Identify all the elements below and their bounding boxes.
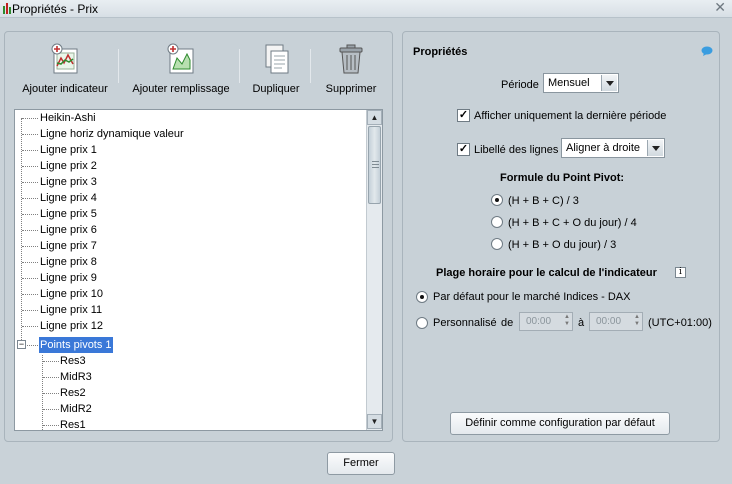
help-bubble-icon[interactable] [701,46,713,56]
delete-label: Supprimer [325,83,377,95]
tree-item-label: Ligne horiz dynamique valeur [40,128,184,140]
chevron-down-icon [601,75,617,91]
tree-item-label: Ligne prix 4 [40,192,97,204]
tree-child-label: Res3 [60,355,86,367]
line-labels-label: Libellé des lignes [474,144,559,156]
tree-item-label: Heikin-Ashi [40,112,96,124]
add-fill-label: Ajouter remplissage [132,83,230,95]
info-icon[interactable]: i [675,267,686,278]
trash-icon [339,44,363,74]
tree-content: Heikin-Ashi Ligne horiz dynamique valeur… [15,110,367,430]
pivot-option-radio[interactable] [491,238,503,250]
add-fill-icon [167,43,194,74]
pivot-formula-title: Formule du Point Pivot: [499,172,625,184]
tree-item-label: Ligne prix 3 [40,176,97,188]
add-indicator-icon [51,43,78,74]
only-last-period-checkbox[interactable]: ✓ [457,109,470,122]
scroll-down-icon[interactable]: ▼ [367,414,382,429]
tree-child-label: MidR3 [60,371,92,383]
indicator-list-panel: Ajouter indicateur Ajouter remplissage D… [4,31,393,442]
tree-item-label: Ligne prix 11 [40,304,103,316]
to-label: à [578,317,585,329]
tree-item-label: Ligne prix 10 [40,288,103,300]
duplicate-label: Dupliquer [252,83,300,95]
scroll-up-icon[interactable]: ▲ [367,110,382,125]
tree-item-label: Ligne prix 5 [40,208,97,220]
properties-title: Propriétés [413,46,468,58]
tree-item-label: Points pivots 1 [39,337,113,353]
pivot-option-radio[interactable] [491,194,503,206]
timezone-label: (UTC+01:00) [648,317,712,329]
tree-item-label: Ligne prix 7 [40,240,97,252]
pivot-option-label: (H + B + C + O du jour) / 4 [508,217,637,229]
default-market-radio[interactable] [416,291,428,303]
from-time-value: 00:00 [526,316,552,327]
pivot-option-radio[interactable] [491,216,503,228]
add-indicator-label: Ajouter indicateur [22,83,108,95]
tree-item-label: Ligne prix 8 [40,256,97,268]
tree-connector [21,118,22,348]
close-button[interactable]: Fermer [327,452,395,475]
time-range-title: Plage horaire pour le calcul de l'indica… [436,267,657,279]
tree-item-label: Ligne prix 9 [40,272,97,284]
add-fill-button[interactable]: Ajouter remplissage [129,42,233,95]
line-labels-select[interactable]: Aligner à droite [561,138,665,158]
to-time-stepper[interactable]: 00:00 ▲ ▼ [589,312,643,331]
stepper-arrows-icon: ▲ ▼ [634,314,640,327]
tree-child-label: Res1 [60,419,86,430]
period-value: Mensuel [548,77,590,89]
tree-scrollbar[interactable]: ▲ ▼ [366,110,382,430]
from-time-stepper[interactable]: 00:00 ▲ ▼ [519,312,573,331]
toolbar-separator [118,49,119,83]
duplicate-icon [265,44,289,74]
default-market-label: Par défaut pour le marché Indices - DAX [433,291,631,303]
from-label: de [501,317,514,329]
properties-panel: Propriétés Période Mensuel ✓ Afficher un… [402,31,720,442]
tree-item-label: Ligne prix 2 [40,160,97,172]
tree-child-label: Res2 [60,387,86,399]
period-label: Période [501,79,539,91]
collapse-icon[interactable]: − [17,340,26,349]
pivot-option-label: (H + B + C) / 3 [508,195,579,207]
custom-range-label: Personnalisé [433,317,497,329]
stepper-arrows-icon: ▲ ▼ [564,314,570,327]
line-labels-value: Aligner à droite [566,142,640,154]
tree-item-label: Ligne prix 12 [40,320,103,332]
duplicate-button[interactable]: Dupliquer [250,42,302,95]
scroll-thumb[interactable] [368,126,381,204]
delete-button[interactable]: Supprimer [321,42,381,95]
title-bar: Propriétés - Prix ✕ [0,0,732,18]
toolbar-separator [239,49,240,83]
window-title: Propriétés - Prix [12,2,99,16]
indicator-tree[interactable]: Heikin-Ashi Ligne horiz dynamique valeur… [14,109,383,431]
tree-item-label: Ligne prix 1 [40,144,97,156]
set-default-config-button[interactable]: Définir comme configuration par défaut [450,412,670,435]
pivot-option-label: (H + B + O du jour) / 3 [508,239,617,251]
tree-item-label: Ligne prix 6 [40,224,97,236]
line-labels-checkbox[interactable]: ✓ [457,143,470,156]
tree-child-label: MidR2 [60,403,92,415]
period-select[interactable]: Mensuel [543,73,619,93]
custom-range-radio[interactable] [416,317,428,329]
chevron-down-icon [647,140,663,156]
only-last-period-label: Afficher uniquement la dernière période [474,110,667,122]
close-icon[interactable]: ✕ [714,0,726,16]
to-time-value: 00:00 [596,316,622,327]
toolbar-separator [310,49,311,83]
add-indicator-button[interactable]: Ajouter indicateur [17,42,113,95]
